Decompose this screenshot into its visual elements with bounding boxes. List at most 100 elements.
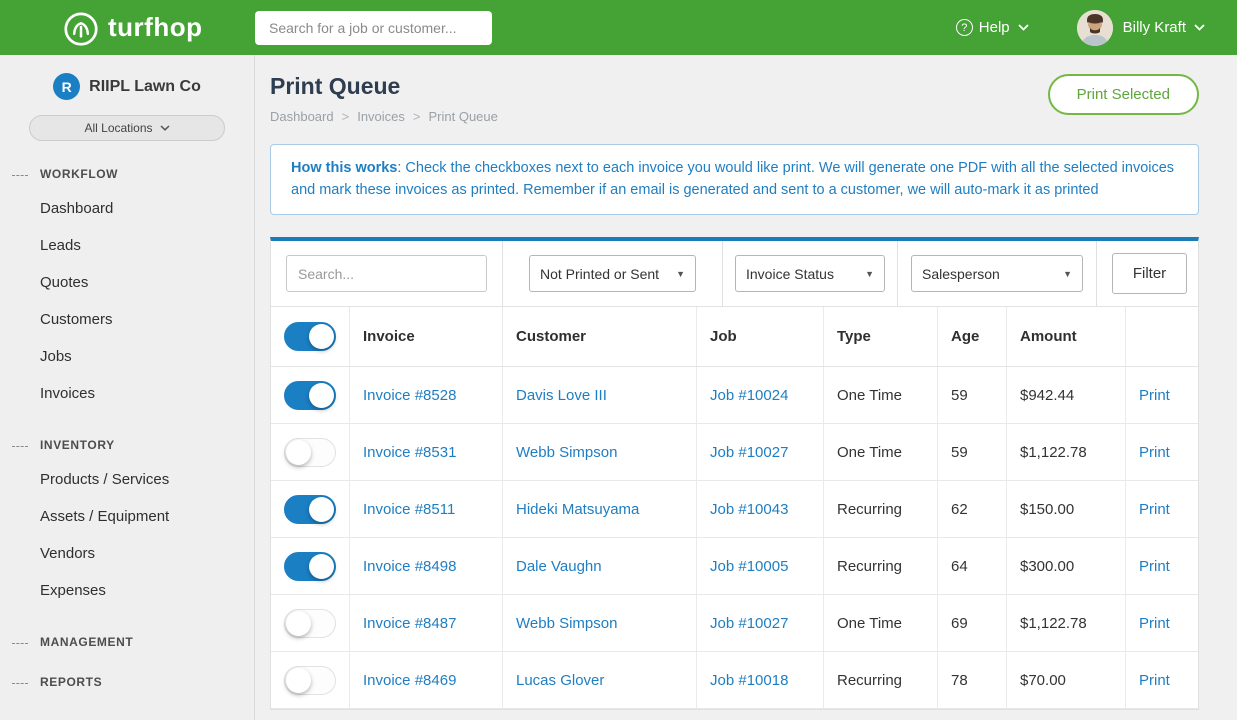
chevron-down-icon	[1018, 24, 1029, 31]
toggle-knob	[309, 554, 334, 579]
invoice-link[interactable]: Invoice #8487	[363, 615, 456, 632]
toggle-knob	[286, 611, 311, 636]
sidebar: R RIIPL Lawn Co All Locations WORKFLOW D…	[0, 55, 255, 720]
table-row: Invoice #8469 Lucas Glover Job #10018 Re…	[271, 652, 1198, 709]
print-link[interactable]: Print	[1139, 444, 1170, 461]
info-box: How this works: Check the checkboxes nex…	[270, 144, 1199, 215]
sidebar-item-leads[interactable]: Leads	[0, 227, 254, 264]
invoice-type: Recurring	[823, 481, 937, 537]
invoice-amount: $1,122.78	[1006, 595, 1125, 651]
invoice-link[interactable]: Invoice #8498	[363, 558, 456, 575]
table-row: Invoice #8498 Dale Vaughn Job #10005 Rec…	[271, 538, 1198, 595]
company-header[interactable]: R RIIPL Lawn Co	[0, 73, 254, 100]
sidebar-section: REPORTS	[0, 675, 254, 689]
global-search-input[interactable]	[255, 11, 492, 45]
customer-link[interactable]: Webb Simpson	[516, 444, 617, 461]
invoice-age: 62	[937, 481, 1006, 537]
filter-row: Not Printed or Sent ▼ Invoice Status ▼ S…	[271, 241, 1198, 307]
table-row: Invoice #8531 Webb Simpson Job #10027 On…	[271, 424, 1198, 481]
locations-selector[interactable]: All Locations	[29, 115, 225, 141]
print-selected-button[interactable]: Print Selected	[1048, 74, 1199, 115]
invoice-type: One Time	[823, 367, 937, 423]
sidebar-item-products-services[interactable]: Products / Services	[0, 461, 254, 498]
sidebar-section: WORKFLOW DashboardLeadsQuotesCustomersJo…	[0, 167, 254, 412]
job-link[interactable]: Job #10043	[710, 501, 788, 518]
filter-button[interactable]: Filter	[1112, 253, 1187, 294]
sidebar-item-assets-equipment[interactable]: Assets / Equipment	[0, 498, 254, 535]
user-menu[interactable]: Billy Kraft	[1077, 10, 1205, 46]
customer-link[interactable]: Davis Love III	[516, 387, 607, 404]
row-select-toggle[interactable]	[284, 495, 336, 524]
sidebar-item-expenses[interactable]: Expenses	[0, 572, 254, 609]
breadcrumb-dashboard[interactable]: Dashboard	[270, 109, 357, 124]
customer-link[interactable]: Lucas Glover	[516, 672, 604, 689]
customer-link[interactable]: Webb Simpson	[516, 615, 617, 632]
toggle-knob	[309, 324, 334, 349]
select-arrow-icon: ▼	[1063, 269, 1072, 279]
print-link[interactable]: Print	[1139, 615, 1170, 632]
header-customer: Customer	[502, 307, 696, 366]
header-age: Age	[937, 307, 1006, 366]
printed-filter-select[interactable]: Not Printed or Sent ▼	[529, 255, 696, 292]
user-name: Billy Kraft	[1123, 19, 1186, 36]
salesperson-select[interactable]: Salesperson ▼	[911, 255, 1083, 292]
toggle-knob	[309, 497, 334, 522]
print-link[interactable]: Print	[1139, 672, 1170, 689]
table-search-input[interactable]	[286, 255, 487, 292]
invoice-link[interactable]: Invoice #8469	[363, 672, 456, 689]
breadcrumb-print-queue: Print Queue	[429, 109, 498, 124]
main-header: Print Queue DashboardInvoicesPrint Queue…	[270, 73, 1199, 124]
row-select-toggle[interactable]	[284, 666, 336, 695]
row-select-toggle[interactable]	[284, 552, 336, 581]
print-link[interactable]: Print	[1139, 558, 1170, 575]
job-link[interactable]: Job #10027	[710, 444, 788, 461]
help-label: Help	[979, 19, 1010, 36]
breadcrumb-invoices[interactable]: Invoices	[357, 109, 428, 124]
invoice-amount: $942.44	[1006, 367, 1125, 423]
invoice-type: Recurring	[823, 538, 937, 594]
header-amount: Amount	[1006, 307, 1125, 366]
sidebar-section-label: REPORTS	[0, 675, 254, 689]
print-link[interactable]: Print	[1139, 501, 1170, 518]
print-queue-panel: Not Printed or Sent ▼ Invoice Status ▼ S…	[270, 237, 1199, 710]
table-row: Invoice #8528 Davis Love III Job #10024 …	[271, 367, 1198, 424]
sidebar-item-dashboard[interactable]: Dashboard	[0, 190, 254, 227]
print-link[interactable]: Print	[1139, 387, 1170, 404]
row-select-toggle[interactable]	[284, 609, 336, 638]
sidebar-item-invoices[interactable]: Invoices	[0, 375, 254, 412]
invoice-link[interactable]: Invoice #8528	[363, 387, 456, 404]
job-link[interactable]: Job #10024	[710, 387, 788, 404]
select-all-toggle[interactable]	[284, 322, 336, 351]
sidebar-nav: WORKFLOW DashboardLeadsQuotesCustomersJo…	[0, 167, 254, 689]
customer-link[interactable]: Dale Vaughn	[516, 558, 602, 575]
sidebar-item-customers[interactable]: Customers	[0, 301, 254, 338]
job-link[interactable]: Job #10027	[710, 615, 788, 632]
company-name: RIIPL Lawn Co	[89, 78, 201, 96]
brand-logo[interactable]: turfhop	[0, 7, 255, 49]
locations-label: All Locations	[84, 121, 152, 135]
header-job: Job	[696, 307, 823, 366]
invoice-amount: $1,122.78	[1006, 424, 1125, 480]
invoice-link[interactable]: Invoice #8511	[363, 501, 455, 518]
topbar: turfhop ? Help Billy Kraft	[0, 0, 1237, 55]
header-type: Type	[823, 307, 937, 366]
invoice-status-select[interactable]: Invoice Status ▼	[735, 255, 885, 292]
table-row: Invoice #8511 Hideki Matsuyama Job #1004…	[271, 481, 1198, 538]
job-link[interactable]: Job #10018	[710, 672, 788, 689]
job-link[interactable]: Job #10005	[710, 558, 788, 575]
invoice-age: 78	[937, 652, 1006, 708]
sidebar-item-quotes[interactable]: Quotes	[0, 264, 254, 301]
help-menu[interactable]: ? Help	[956, 19, 1029, 36]
sidebar-item-vendors[interactable]: Vendors	[0, 535, 254, 572]
invoice-link[interactable]: Invoice #8531	[363, 444, 456, 461]
sidebar-item-jobs[interactable]: Jobs	[0, 338, 254, 375]
invoice-age: 59	[937, 424, 1006, 480]
toggle-knob	[286, 440, 311, 465]
row-select-toggle[interactable]	[284, 438, 336, 467]
sidebar-section-label: MANAGEMENT	[0, 635, 254, 649]
row-select-toggle[interactable]	[284, 381, 336, 410]
invoice-amount: $300.00	[1006, 538, 1125, 594]
invoice-amount: $150.00	[1006, 481, 1125, 537]
select-arrow-icon: ▼	[865, 269, 874, 279]
customer-link[interactable]: Hideki Matsuyama	[516, 501, 639, 518]
